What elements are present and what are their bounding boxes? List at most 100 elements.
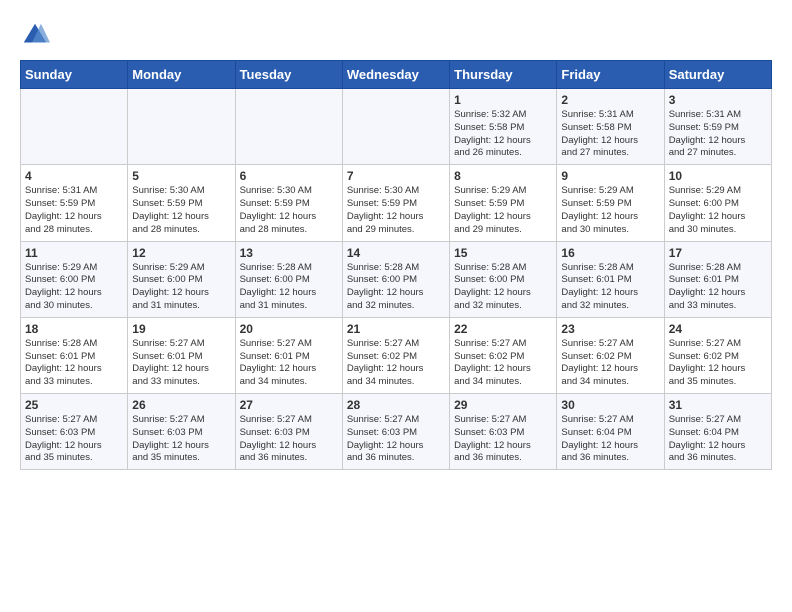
day-cell: 24 Sunrise: 5:27 AM Sunset: 6:02 PM Dayli… [664,317,771,393]
day-cell [235,89,342,165]
day-cell: 19 Sunrise: 5:27 AM Sunset: 6:01 PM Dayli… [128,317,235,393]
day-cell: 14 Sunrise: 5:28 AM Sunset: 6:00 PM Dayli… [342,241,449,317]
day-cell: 30Sunrise: 5:27 AM Sunset: 6:04 PM Dayli… [557,394,664,470]
day-info: Sunrise: 5:27 AM Sunset: 6:03 PM Dayligh… [25,414,123,465]
day-header-sunday: Sunday [21,61,128,89]
day-info: Sunrise: 5:28 AM Sunset: 6:00 PM Dayligh… [454,262,552,313]
day-cell: 6Sunrise: 5:30 AM Sunset: 5:59 PM Daylig… [235,165,342,241]
header-row: SundayMondayTuesdayWednesdayThursdayFrid… [21,61,772,89]
day-info: Sunrise: 5:27 AM Sunset: 6:03 PM Dayligh… [132,414,230,465]
day-cell: 28 Sunrise: 5:27 AM Sunset: 6:03 PM Dayli… [342,394,449,470]
day-info: Sunrise: 5:27 AM Sunset: 6:03 PM Dayligh… [347,414,445,465]
day-cell [128,89,235,165]
day-number: 25 [25,398,123,412]
day-header-wednesday: Wednesday [342,61,449,89]
day-number: 28 [347,398,445,412]
day-number: 3 [669,93,767,107]
day-number: 29 [454,398,552,412]
day-cell: 25 Sunrise: 5:27 AM Sunset: 6:03 PM Dayli… [21,394,128,470]
day-cell: 13 Sunrise: 5:28 AM Sunset: 6:00 PM Dayli… [235,241,342,317]
day-info: Sunrise: 5:27 AM Sunset: 6:02 PM Dayligh… [347,338,445,389]
week-row-2: 4 Sunrise: 5:31 AM Sunset: 5:59 PM Daylig… [21,165,772,241]
day-header-saturday: Saturday [664,61,771,89]
day-number: 10 [669,169,767,183]
day-number: 8 [454,169,552,183]
day-info: Sunrise: 5:27 AM Sunset: 6:04 PM Dayligh… [669,414,767,465]
day-number: 24 [669,322,767,336]
day-number: 5 [132,169,230,183]
day-info: Sunrise: 5:27 AM Sunset: 6:02 PM Dayligh… [561,338,659,389]
day-number: 20 [240,322,338,336]
day-cell: 10Sunrise: 5:29 AM Sunset: 6:00 PM Dayli… [664,165,771,241]
day-info: Sunrise: 5:27 AM Sunset: 6:03 PM Dayligh… [454,414,552,465]
day-number: 12 [132,246,230,260]
day-info: Sunrise: 5:30 AM Sunset: 5:59 PM Dayligh… [132,185,230,236]
day-info: Sunrise: 5:27 AM Sunset: 6:01 PM Dayligh… [132,338,230,389]
day-number: 23 [561,322,659,336]
day-number: 15 [454,246,552,260]
day-header-tuesday: Tuesday [235,61,342,89]
day-info: Sunrise: 5:28 AM Sunset: 6:00 PM Dayligh… [347,262,445,313]
day-cell: 2 Sunrise: 5:31 AM Sunset: 5:58 PM Daylig… [557,89,664,165]
calendar-table: SundayMondayTuesdayWednesdayThursdayFrid… [20,60,772,470]
day-info: Sunrise: 5:31 AM Sunset: 5:59 PM Dayligh… [25,185,123,236]
day-number: 19 [132,322,230,336]
day-cell: 3 Sunrise: 5:31 AM Sunset: 5:59 PM Daylig… [664,89,771,165]
day-cell: 31Sunrise: 5:27 AM Sunset: 6:04 PM Dayli… [664,394,771,470]
day-number: 7 [347,169,445,183]
day-info: Sunrise: 5:28 AM Sunset: 6:01 PM Dayligh… [25,338,123,389]
day-number: 14 [347,246,445,260]
day-header-thursday: Thursday [450,61,557,89]
day-number: 11 [25,246,123,260]
week-row-1: 1 Sunrise: 5:32 AM Sunset: 5:58 PM Daylig… [21,89,772,165]
day-cell: 17 Sunrise: 5:28 AM Sunset: 6:01 PM Dayli… [664,241,771,317]
day-header-friday: Friday [557,61,664,89]
day-header-monday: Monday [128,61,235,89]
day-cell: 23 Sunrise: 5:27 AM Sunset: 6:02 PM Dayli… [557,317,664,393]
day-cell [342,89,449,165]
day-info: Sunrise: 5:28 AM Sunset: 6:00 PM Dayligh… [240,262,338,313]
day-number: 17 [669,246,767,260]
day-cell: 5 Sunrise: 5:30 AM Sunset: 5:59 PM Daylig… [128,165,235,241]
day-number: 9 [561,169,659,183]
day-cell: 11 Sunrise: 5:29 AM Sunset: 6:00 PM Dayli… [21,241,128,317]
day-info: Sunrise: 5:28 AM Sunset: 6:01 PM Dayligh… [669,262,767,313]
day-number: 13 [240,246,338,260]
week-row-5: 25 Sunrise: 5:27 AM Sunset: 6:03 PM Dayli… [21,394,772,470]
day-cell: 16Sunrise: 5:28 AM Sunset: 6:01 PM Dayli… [557,241,664,317]
day-info: Sunrise: 5:27 AM Sunset: 6:01 PM Dayligh… [240,338,338,389]
day-info: Sunrise: 5:27 AM Sunset: 6:03 PM Dayligh… [240,414,338,465]
day-cell: 15 Sunrise: 5:28 AM Sunset: 6:00 PM Dayli… [450,241,557,317]
day-info: Sunrise: 5:29 AM Sunset: 5:59 PM Dayligh… [561,185,659,236]
day-info: Sunrise: 5:31 AM Sunset: 5:58 PM Dayligh… [561,109,659,160]
day-cell: 27 Sunrise: 5:27 AM Sunset: 6:03 PM Dayli… [235,394,342,470]
day-number: 1 [454,93,552,107]
day-info: Sunrise: 5:27 AM Sunset: 6:02 PM Dayligh… [669,338,767,389]
day-number: 6 [240,169,338,183]
week-row-4: 18 Sunrise: 5:28 AM Sunset: 6:01 PM Dayli… [21,317,772,393]
day-cell: 29 Sunrise: 5:27 AM Sunset: 6:03 PM Dayli… [450,394,557,470]
day-cell: 8Sunrise: 5:29 AM Sunset: 5:59 PM Daylig… [450,165,557,241]
day-cell: 18 Sunrise: 5:28 AM Sunset: 6:01 PM Dayli… [21,317,128,393]
day-cell [21,89,128,165]
day-number: 16 [561,246,659,260]
day-info: Sunrise: 5:31 AM Sunset: 5:59 PM Dayligh… [669,109,767,160]
day-info: Sunrise: 5:27 AM Sunset: 6:04 PM Dayligh… [561,414,659,465]
day-cell: 22Sunrise: 5:27 AM Sunset: 6:02 PM Dayli… [450,317,557,393]
day-info: Sunrise: 5:29 AM Sunset: 6:00 PM Dayligh… [25,262,123,313]
day-number: 4 [25,169,123,183]
week-row-3: 11 Sunrise: 5:29 AM Sunset: 6:00 PM Dayli… [21,241,772,317]
day-number: 22 [454,322,552,336]
logo-icon [20,20,50,50]
day-cell: 20 Sunrise: 5:27 AM Sunset: 6:01 PM Dayli… [235,317,342,393]
page-header [20,20,772,50]
day-number: 26 [132,398,230,412]
calendar-header: SundayMondayTuesdayWednesdayThursdayFrid… [21,61,772,89]
day-number: 27 [240,398,338,412]
day-number: 2 [561,93,659,107]
day-cell: 12 Sunrise: 5:29 AM Sunset: 6:00 PM Dayli… [128,241,235,317]
day-info: Sunrise: 5:29 AM Sunset: 6:00 PM Dayligh… [132,262,230,313]
day-cell: 7Sunrise: 5:30 AM Sunset: 5:59 PM Daylig… [342,165,449,241]
day-number: 18 [25,322,123,336]
day-info: Sunrise: 5:32 AM Sunset: 5:58 PM Dayligh… [454,109,552,160]
